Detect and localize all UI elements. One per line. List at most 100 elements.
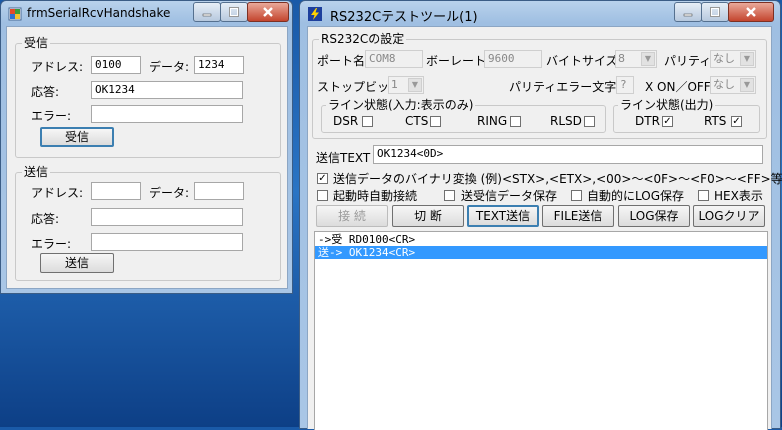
send-text-label: 送信TEXT — [316, 151, 371, 165]
maximize-icon — [229, 7, 239, 17]
connect-button[interactable]: 接 続 — [316, 205, 388, 227]
close-button[interactable] — [728, 2, 774, 22]
maximize-icon — [710, 7, 720, 17]
log-clear-button[interactable]: LOGクリア — [693, 205, 765, 227]
line-out-group: ライン状態(出力) DTR ✓ RTS ✓ — [613, 98, 760, 133]
bytesize-select[interactable]: 8 ▼ — [615, 50, 657, 68]
send-response-input[interactable] — [91, 208, 243, 226]
send-response-label: 応答: — [31, 212, 60, 226]
send-button[interactable]: 送信 — [40, 253, 114, 273]
maximize-button[interactable] — [220, 2, 248, 22]
send-text-input[interactable]: OK1234<0D> — [373, 145, 763, 164]
receive-address-label: アドレス: — [31, 60, 84, 74]
right-titlebar[interactable]: RS232Cテストツール(1) — [300, 1, 780, 27]
left-titlebar[interactable]: frmSerialRcvHandshake — [1, 1, 292, 27]
stopbit-select[interactable]: 1 ▼ — [388, 76, 424, 94]
xonoff-select[interactable]: なし ▼ — [710, 76, 756, 94]
minimize-button[interactable] — [193, 2, 221, 22]
send-group-legend: 送信 — [22, 165, 51, 179]
auto-connect-checkbox[interactable] — [317, 190, 328, 201]
rlsd-checkbox — [584, 116, 595, 127]
baud-label: ボーレート — [426, 54, 487, 68]
auto-log-checkbox[interactable] — [571, 190, 582, 201]
lightning-icon — [308, 7, 322, 21]
parity-value: なし — [713, 52, 735, 65]
send-group: 送信 アドレス: データ: 応答: エラー: 送信 — [15, 165, 281, 281]
receive-data-label: データ: — [149, 60, 190, 74]
right-window: RS232Cテストツール(1) RS232Cの設定 ポート名 COM8 ボーレー… — [299, 0, 782, 430]
log-save-button[interactable]: LOG保存 — [618, 205, 690, 227]
receive-group: 受信 アドレス: 0100 データ: 1234 応答: OK1234 エラー: … — [15, 36, 281, 158]
port-input[interactable]: COM8 — [365, 50, 423, 68]
bytesize-value: 8 — [618, 52, 625, 65]
stopbit-value: 1 — [391, 78, 398, 91]
dtr-checkbox[interactable]: ✓ — [662, 116, 673, 127]
minimize-button[interactable] — [674, 2, 702, 22]
rts-checkbox[interactable]: ✓ — [731, 116, 742, 127]
chevron-down-icon: ▼ — [641, 52, 655, 66]
cts-label: CTS — [405, 114, 429, 128]
hex-display-label[interactable]: HEX表示 — [714, 187, 763, 204]
receive-error-label: エラー: — [31, 109, 72, 123]
send-data-input[interactable] — [194, 182, 244, 200]
ring-label: RING — [477, 114, 508, 128]
file-send-button[interactable]: FILE送信 — [542, 205, 614, 227]
cts-checkbox — [430, 116, 441, 127]
send-address-label: アドレス: — [31, 186, 84, 200]
send-error-input[interactable] — [91, 233, 243, 251]
app-icon — [8, 7, 22, 21]
dtr-label: DTR — [635, 114, 660, 128]
dsr-checkbox — [362, 116, 373, 127]
minimize-icon — [202, 13, 212, 17]
dsr-label: DSR — [333, 114, 359, 128]
auto-connect-label[interactable]: 起動時自動接続 — [333, 187, 417, 204]
receive-address-input[interactable]: 0100 — [91, 56, 141, 74]
maximize-button[interactable] — [701, 2, 729, 22]
settings-group: RS232Cの設定 ポート名 COM8 ボーレート 9600 バイトサイズ 8 … — [312, 32, 767, 139]
xonoff-value: なし — [713, 78, 735, 91]
log-line[interactable]: ->受 RD0100<CR> — [315, 233, 767, 246]
auto-log-label[interactable]: 自動的にLOG保存 — [587, 187, 684, 204]
hex-display-checkbox[interactable] — [698, 190, 709, 201]
left-window-title: frmSerialRcvHandshake — [27, 6, 171, 20]
parity-error-label: パリティエラー文字 — [509, 80, 617, 94]
save-data-checkbox[interactable] — [444, 190, 455, 201]
send-address-input[interactable] — [91, 182, 141, 200]
receive-group-legend: 受信 — [22, 36, 51, 50]
left-client-area: 受信 アドレス: 0100 データ: 1234 応答: OK1234 エラー: … — [6, 26, 288, 289]
disconnect-button[interactable]: 切 断 — [392, 205, 464, 227]
receive-response-label: 応答: — [31, 85, 60, 99]
binary-convert-checkbox[interactable]: ✓ — [317, 173, 328, 184]
parity-error-input[interactable]: ? — [616, 76, 634, 94]
receive-button[interactable]: 受信 — [40, 127, 114, 147]
binary-convert-label[interactable]: 送信データのバイナリ変換 (例)<STX>,<ETX>,<00>～<0F>～<F… — [333, 170, 782, 187]
log-list[interactable]: ->受 RD0100<CR> 送-> OK1234<CR> — [314, 231, 768, 430]
send-data-label: データ: — [149, 186, 190, 200]
xonoff-label: X ON／OFF — [645, 80, 711, 94]
parity-select[interactable]: なし ▼ — [710, 50, 756, 68]
bytesize-label: バイトサイズ — [546, 54, 618, 68]
receive-response-input[interactable]: OK1234 — [91, 81, 243, 99]
chevron-down-icon: ▼ — [408, 78, 422, 92]
rlsd-label: RLSD — [550, 114, 582, 128]
chevron-down-icon: ▼ — [740, 78, 754, 92]
line-out-legend: ライン状態(出力) — [618, 98, 716, 112]
close-button[interactable] — [247, 2, 289, 22]
receive-data-input[interactable]: 1234 — [194, 56, 244, 74]
log-line-selected[interactable]: 送-> OK1234<CR> — [315, 246, 767, 259]
right-window-title: RS232Cテストツール(1) — [330, 10, 478, 25]
right-client-area: RS232Cの設定 ポート名 COM8 ボーレート 9600 バイトサイズ 8 … — [307, 26, 782, 430]
ring-checkbox — [510, 116, 521, 127]
text-send-button[interactable]: TEXT送信 — [467, 205, 539, 227]
port-label: ポート名 — [317, 54, 366, 68]
line-in-legend: ライン状態(入力:表示のみ) — [326, 98, 476, 112]
minimize-icon — [683, 13, 693, 17]
baud-input[interactable]: 9600 — [484, 50, 542, 68]
parity-label: パリティ — [664, 54, 712, 68]
close-icon — [263, 7, 273, 17]
chevron-down-icon: ▼ — [740, 52, 754, 66]
receive-error-input[interactable] — [91, 105, 243, 123]
rts-label: RTS — [704, 114, 727, 128]
save-data-label[interactable]: 送受信データ保存 — [461, 187, 557, 204]
send-error-label: エラー: — [31, 237, 72, 251]
